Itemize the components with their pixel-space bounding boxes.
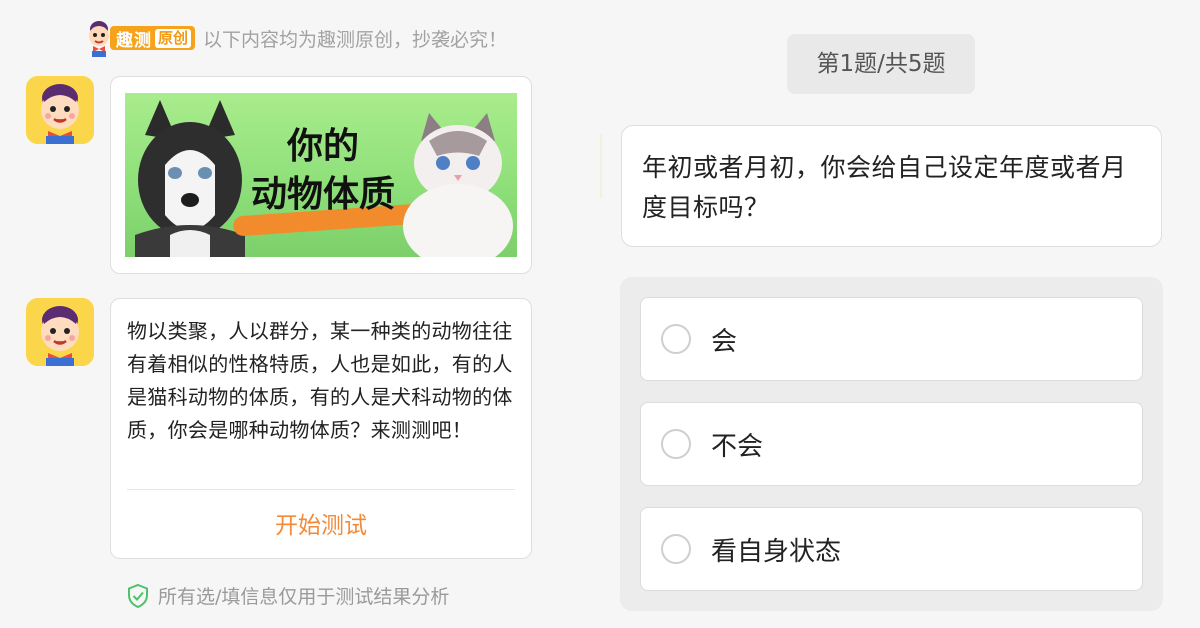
- banner-message: 你的 动物体质: [110, 76, 532, 274]
- banner-title-line1: 你的: [286, 126, 359, 167]
- ragdoll-cat-image: [403, 113, 513, 257]
- start-test-button[interactable]: 开始测试: [111, 506, 531, 540]
- radio-button[interactable]: [661, 324, 691, 354]
- mascot-logo-icon: [84, 19, 114, 57]
- banner-title-line2: 动物体质: [250, 174, 395, 215]
- shield-check-icon: [128, 583, 148, 608]
- brand-name: 趣测: [116, 30, 152, 51]
- radio-button[interactable]: [661, 534, 691, 564]
- intro-description: 物以类聚，人以群分，某一种类的动物往往有着相似的性格特质，人也是如此，有的人是猫…: [127, 319, 513, 442]
- divider: [127, 489, 515, 490]
- brand-original-tag: 原创: [155, 28, 192, 48]
- answer-option-label: 会: [711, 326, 738, 357]
- quiz-banner-image: 你的 动物体质: [125, 93, 517, 257]
- question-accent-line: [600, 134, 602, 198]
- answer-option-label: 不会: [711, 431, 764, 462]
- privacy-notice: 所有选/填信息仅用于测试结果分析: [126, 582, 449, 609]
- quiz-page: 趣测 原创 以下内容均为趣测原创，抄袭必究！ 你的 动物体质 物以类聚，人以群分…: [0, 0, 1200, 628]
- brand-header: 趣测 原创 以下内容均为趣测原创，抄袭必究！: [84, 16, 507, 60]
- avatar: [26, 298, 94, 366]
- question-progress: 第1题/共5题: [787, 34, 975, 94]
- radio-button[interactable]: [661, 429, 691, 459]
- answer-option-label: 看自身状态: [711, 536, 842, 567]
- answer-option[interactable]: 看自身状态: [640, 507, 1143, 591]
- privacy-text: 所有选/填信息仅用于测试结果分析: [158, 586, 450, 608]
- answer-option[interactable]: 会: [640, 297, 1143, 381]
- answer-options: 会 不会 看自身状态: [620, 277, 1163, 611]
- intro-message: 物以类聚，人以群分，某一种类的动物往往有着相似的性格特质，人也是如此，有的人是猫…: [110, 298, 532, 559]
- copyright-notice: 以下内容均为趣测原创，抄袭必究！: [203, 28, 508, 51]
- question-card: 年初或者月初，你会给自己设定年度或者月度目标吗？: [621, 125, 1162, 247]
- brand-badge: 趣测 原创: [110, 26, 196, 51]
- banner-title: 你的 动物体质: [233, 123, 413, 219]
- avatar: [26, 76, 94, 144]
- question-text: 年初或者月初，你会给自己设定年度或者月度目标吗？: [642, 153, 1127, 222]
- answer-option[interactable]: 不会: [640, 402, 1143, 486]
